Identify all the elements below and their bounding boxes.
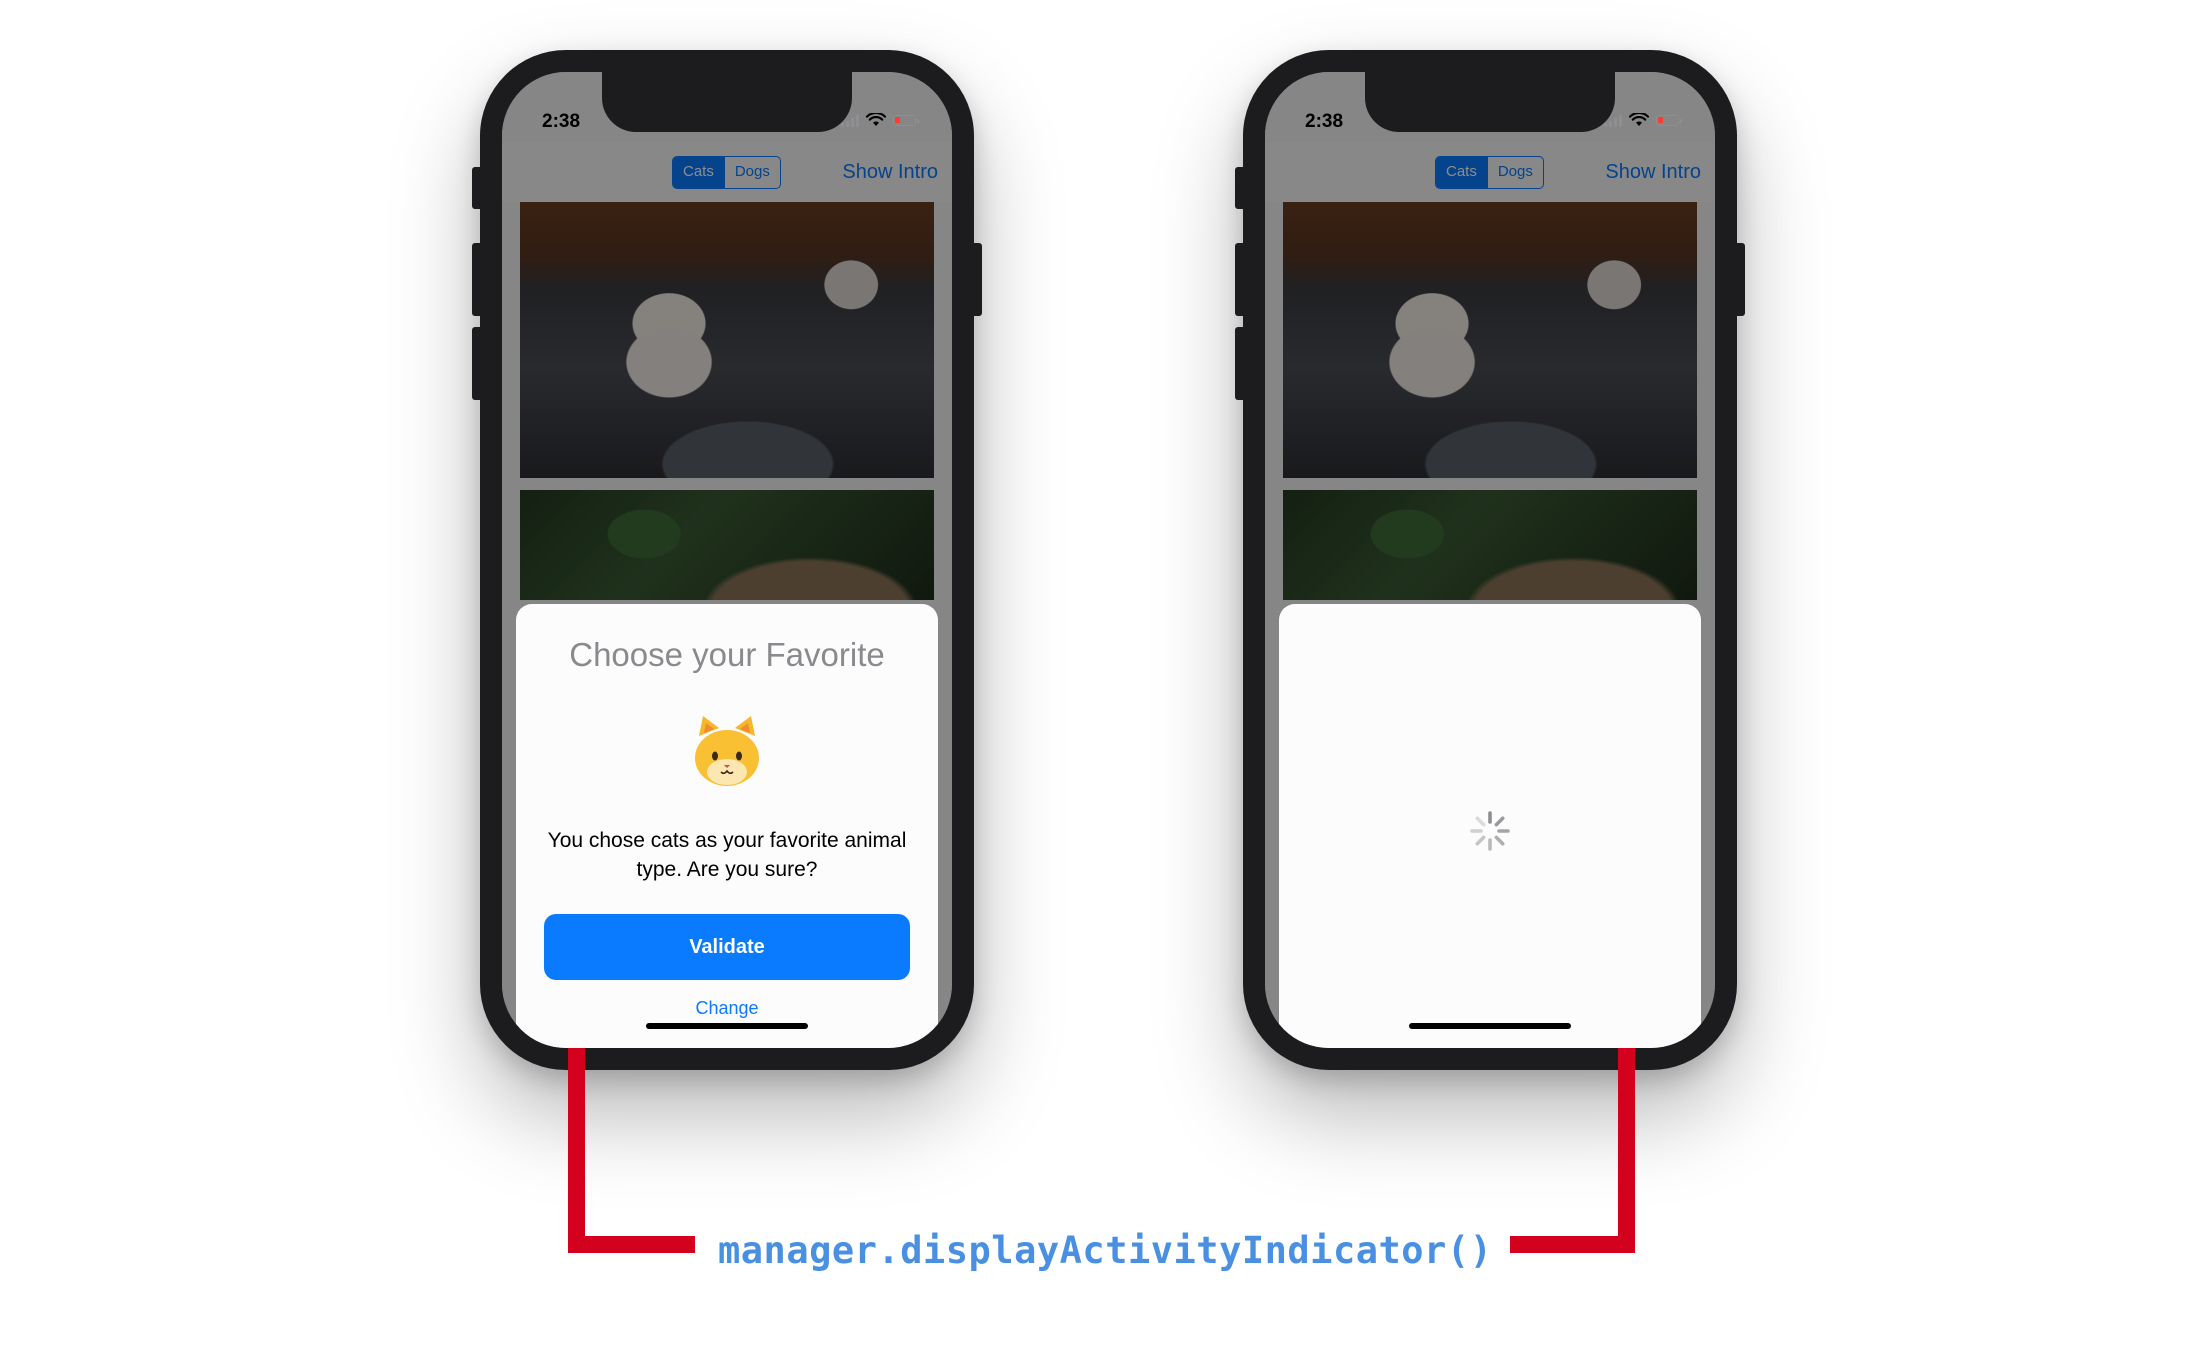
power-button — [972, 243, 982, 316]
bracket-right-horizontal — [1510, 1236, 1635, 1253]
change-button[interactable]: Change — [516, 998, 938, 1019]
home-indicator[interactable] — [1409, 1023, 1571, 1029]
mute-switch — [472, 167, 482, 209]
loading-modal — [1279, 604, 1701, 1048]
status-icons — [841, 113, 919, 127]
modal-message: You chose cats as your favorite animal t… — [547, 829, 907, 881]
code-label: manager.displayActivityIndicator() — [718, 1229, 1493, 1272]
validate-button[interactable]: Validate — [544, 914, 910, 980]
home-indicator[interactable] — [646, 1023, 808, 1029]
notch — [1365, 72, 1615, 132]
cat-face-icon — [695, 716, 759, 786]
status-time: 2:38 — [542, 111, 581, 132]
phone-left: 2:38 Cats Dogs Show Intro Choose your Fa… — [472, 50, 982, 1070]
volume-down-button — [1235, 327, 1245, 400]
power-button — [1735, 243, 1745, 316]
volume-up-button — [472, 243, 482, 316]
bracket-left-horizontal — [568, 1236, 695, 1253]
notch — [602, 72, 852, 132]
battery-icon — [1656, 114, 1682, 126]
screen: 2:38 Cats Dogs Show Intro — [1265, 72, 1715, 1048]
volume-up-button — [1235, 243, 1245, 316]
volume-down-button — [472, 327, 482, 400]
modal-title: Choose your Favorite — [569, 636, 885, 673]
wifi-icon — [1629, 113, 1649, 126]
favorite-modal: Choose your Favorite You chose cats as y… — [516, 604, 938, 1048]
phone-right: 2:38 Cats Dogs Show Intro — [1235, 50, 1745, 1070]
battery-icon — [893, 114, 919, 126]
status-icons — [1604, 113, 1682, 127]
wifi-icon — [866, 113, 886, 126]
mute-switch — [1235, 167, 1245, 209]
screen: 2:38 Cats Dogs Show Intro Choose your Fa… — [502, 72, 952, 1048]
status-time: 2:38 — [1305, 111, 1344, 132]
activity-spinner-icon — [1470, 811, 1510, 851]
